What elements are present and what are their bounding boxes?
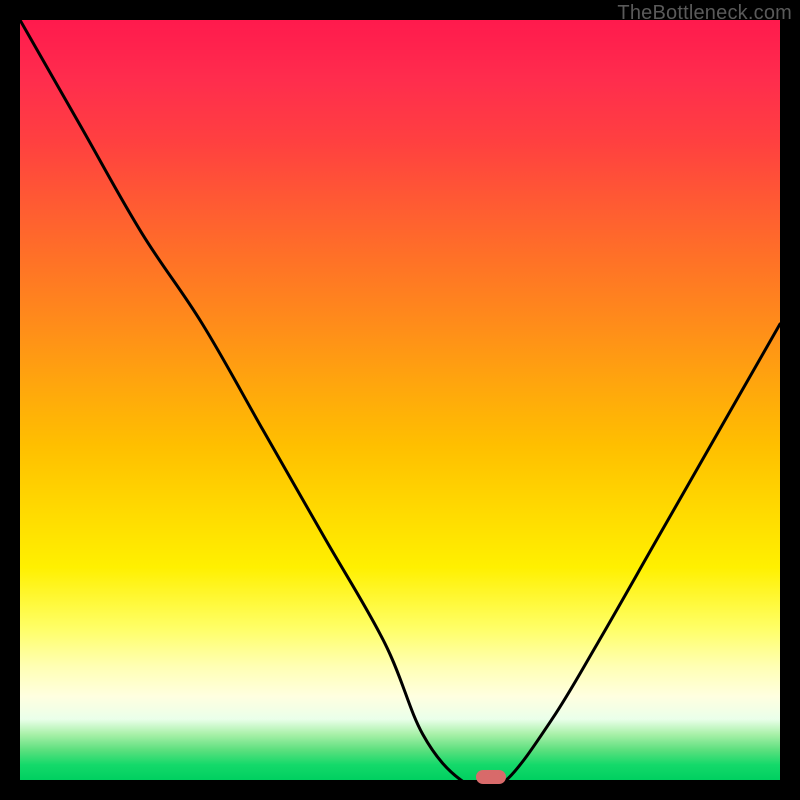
optimal-marker [476,770,506,784]
plot-area [20,20,780,780]
watermark-text: TheBottleneck.com [617,2,792,25]
bottleneck-curve [20,20,780,780]
chart-frame: TheBottleneck.com [0,0,800,800]
